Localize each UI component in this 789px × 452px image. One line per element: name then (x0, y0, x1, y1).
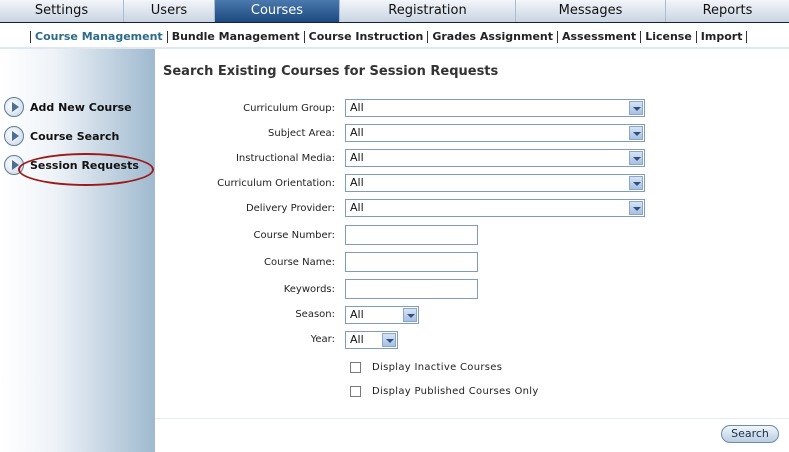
search-button[interactable]: Search (721, 425, 779, 443)
subnav-course-instruction[interactable]: Course Instruction (303, 31, 428, 43)
tab-registration[interactable]: Registration (340, 0, 516, 22)
sidebar-item-label: Course Search (30, 129, 120, 143)
delivery-provider-select[interactable]: All (345, 199, 645, 217)
display-inactive-checkbox[interactable] (350, 361, 361, 373)
arrow-circle-icon (4, 126, 24, 146)
chevron-down-icon[interactable] (629, 101, 643, 115)
curriculum-group-value: All (350, 101, 364, 114)
display-inactive-label: Display Inactive Courses (372, 361, 503, 373)
tab-reports[interactable]: Reports (666, 0, 789, 22)
subnav-license[interactable]: License (640, 31, 696, 43)
sidebar: Add New Course Course Search Session Req… (0, 49, 155, 452)
keywords-label: Keywords: (283, 284, 335, 295)
curriculum-orientation-label: Curriculum Orientation: (217, 178, 335, 189)
season-value: All (350, 308, 364, 321)
tab-settings[interactable]: Settings (0, 0, 124, 22)
course-number-label: Course Number: (253, 230, 335, 241)
footer-divider (155, 418, 789, 419)
sub-nav-bar: Course Management Bundle Management Cour… (30, 27, 748, 47)
instructional-media-value: All (350, 151, 364, 164)
chevron-down-icon[interactable] (629, 126, 643, 140)
sub-nav: Course Management Bundle Management Cour… (0, 23, 789, 49)
chevron-down-icon[interactable] (629, 176, 643, 190)
inactive-courses-row: Display Inactive Courses (350, 360, 502, 374)
sidebar-item-course-search[interactable]: Course Search (4, 125, 119, 147)
subnav-bundle-management[interactable]: Bundle Management (166, 31, 304, 43)
display-published-checkbox[interactable] (350, 385, 361, 397)
instructional-media-label: Instructional Media: (235, 153, 335, 164)
chevron-down-icon[interactable] (629, 201, 643, 215)
course-name-label: Course Name: (264, 257, 335, 268)
delivery-provider-label: Delivery Provider: (245, 203, 335, 214)
year-value: All (350, 333, 364, 346)
subject-area-label: Subject Area: (268, 128, 335, 139)
subject-area-value: All (350, 126, 364, 139)
season-label: Season: (295, 309, 335, 320)
year-select[interactable]: All (345, 331, 398, 349)
arrow-circle-icon (4, 97, 24, 117)
top-nav: Settings Users Courses Registration Mess… (0, 0, 789, 23)
course-name-input[interactable] (345, 252, 478, 272)
session-requests-highlight (18, 153, 154, 186)
chevron-down-icon[interactable] (403, 308, 417, 322)
subnav-grades-assignment[interactable]: Grades Assignment (427, 31, 557, 43)
tab-courses[interactable]: Courses (215, 0, 340, 22)
sidebar-item-label: Add New Course (30, 100, 132, 114)
display-published-label: Display Published Courses Only (372, 385, 539, 397)
subnav-import[interactable]: Import (695, 31, 748, 43)
subject-area-select[interactable]: All (345, 124, 645, 142)
year-label: Year: (310, 334, 335, 345)
page-title: Search Existing Courses for Session Requ… (163, 64, 499, 79)
keywords-input[interactable] (345, 279, 478, 299)
published-courses-row: Display Published Courses Only (350, 384, 539, 398)
curriculum-group-label: Curriculum Group: (243, 103, 335, 114)
subnav-course-management[interactable]: Course Management (30, 31, 167, 43)
curriculum-orientation-select[interactable]: All (345, 174, 645, 192)
instructional-media-select[interactable]: All (345, 149, 645, 167)
curriculum-orientation-value: All (350, 176, 364, 189)
tab-messages[interactable]: Messages (516, 0, 666, 22)
curriculum-group-select[interactable]: All (345, 99, 645, 117)
course-number-input[interactable] (345, 225, 478, 245)
subnav-assessment[interactable]: Assessment (557, 31, 640, 43)
chevron-down-icon[interactable] (382, 333, 396, 347)
main-panel: Search Existing Courses for Session Requ… (155, 49, 789, 452)
sidebar-item-add-new-course[interactable]: Add New Course (4, 96, 132, 118)
delivery-provider-value: All (350, 201, 364, 214)
season-select[interactable]: All (345, 306, 419, 324)
tab-users[interactable]: Users (124, 0, 215, 22)
chevron-down-icon[interactable] (629, 151, 643, 165)
